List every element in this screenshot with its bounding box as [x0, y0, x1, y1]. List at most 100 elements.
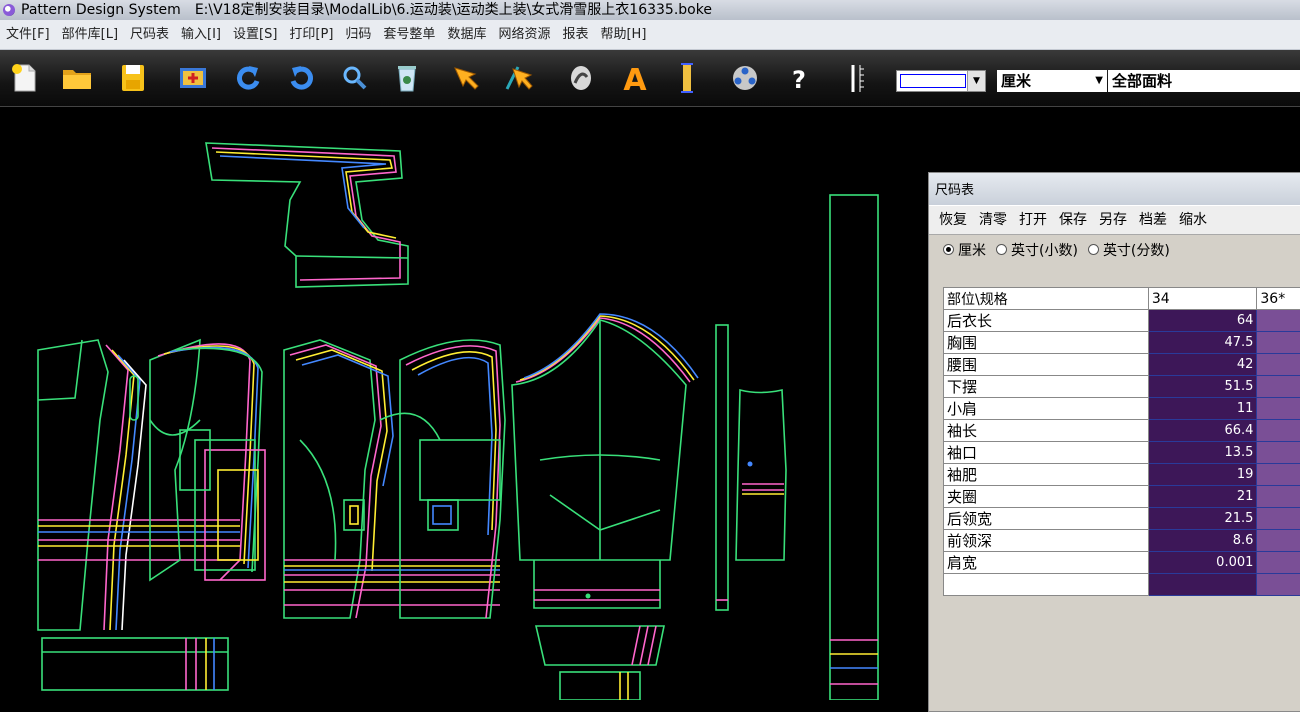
table-row: 后领宽21.5 [944, 508, 1300, 530]
radio-icon [1088, 244, 1099, 255]
size-34-cell[interactable]: 11 [1148, 398, 1257, 420]
part-name-cell[interactable]: 后领宽 [944, 508, 1149, 530]
unit-radio-inch-fraction[interactable]: 英寸(分数) [1088, 243, 1170, 259]
column-header-size-34[interactable]: 34 [1148, 288, 1257, 310]
menu-file[interactable]: 文件[F] [0, 20, 56, 50]
size-34-cell[interactable]: 47.5 [1148, 332, 1257, 354]
color-select[interactable]: ▼ [896, 70, 986, 92]
adjust-arrow-icon[interactable] [504, 61, 538, 95]
save-icon[interactable] [116, 61, 150, 95]
menu-parts-library[interactable]: 部件库[L] [56, 20, 124, 50]
size-34-cell[interactable]: 66.4 [1148, 420, 1257, 442]
empty-cell[interactable] [1148, 574, 1257, 596]
app-title: Pattern Design System [21, 2, 181, 18]
part-name-cell[interactable]: 肩宽 [944, 552, 1149, 574]
part-name-cell[interactable]: 袖口 [944, 442, 1149, 464]
ruler-vertical-icon[interactable] [670, 61, 704, 95]
radio-selected-icon [943, 244, 954, 255]
size-34-cell[interactable]: 19 [1148, 464, 1257, 486]
save-as-button[interactable]: 另存 [1099, 212, 1127, 228]
menu-bar: 文件[F]部件库[L]尺码表输入[I]设置[S]打印[P]归码套号整单数据库网络… [0, 20, 1300, 50]
unit-value: 厘米 [1001, 72, 1031, 90]
menu-size-chart[interactable]: 尺码表 [124, 20, 175, 50]
menu-database[interactable]: 数据库 [441, 20, 492, 50]
new-file-icon[interactable] [8, 61, 42, 95]
hem-strip-piece [830, 195, 878, 700]
grade-icon[interactable] [728, 61, 762, 95]
table-row: 前领深8.6 [944, 530, 1300, 552]
line-style-icon[interactable] [840, 61, 874, 95]
waistband-piece [42, 638, 228, 690]
table-header-row: 部位\规格 34 36* [944, 288, 1300, 310]
unit-dropdown[interactable]: 厘米▼ [997, 70, 1107, 92]
size-chart-dialog[interactable]: 尺码表 恢复清零打开保存另存档差缩水 厘米英寸(小数)英寸(分数) 部位\规格 … [928, 172, 1300, 712]
part-name-cell[interactable]: 袖长 [944, 420, 1149, 442]
menu-help[interactable]: 帮助[H] [594, 20, 652, 50]
menu-input[interactable]: 输入[I] [175, 20, 227, 50]
menu-order[interactable]: 套号整单 [377, 20, 441, 50]
size-34-cell[interactable]: 8.6 [1148, 530, 1257, 552]
size-34-cell[interactable]: 13.5 [1148, 442, 1257, 464]
open-folder-icon[interactable] [60, 61, 94, 95]
table-row: 肩宽0.001 [944, 552, 1300, 574]
file-path: E:\V18定制安装目录\ModalLib\6.运动装\运动类上装\女式滑雪服上… [195, 2, 712, 18]
shrink-button[interactable]: 缩水 [1179, 212, 1207, 228]
size-36-cell[interactable] [1257, 508, 1300, 530]
select-arrow-icon[interactable] [450, 61, 484, 95]
part-name-cell[interactable]: 夹圈 [944, 486, 1149, 508]
menu-grading[interactable]: 归码 [339, 20, 377, 50]
column-header-size-36[interactable]: 36* [1257, 288, 1300, 310]
size-36-cell[interactable] [1257, 530, 1300, 552]
save-button[interactable]: 保存 [1059, 212, 1087, 228]
size-34-cell[interactable]: 51.5 [1148, 376, 1257, 398]
zoom-icon[interactable] [338, 61, 372, 95]
size-36-cell[interactable] [1257, 354, 1300, 376]
size-36-cell[interactable] [1257, 442, 1300, 464]
size-36-cell[interactable] [1257, 464, 1300, 486]
size-36-cell[interactable] [1257, 332, 1300, 354]
import-icon[interactable] [176, 61, 210, 95]
size-34-cell[interactable]: 21.5 [1148, 508, 1257, 530]
part-name-cell[interactable]: 下摆 [944, 376, 1149, 398]
part-name-cell[interactable]: 前领深 [944, 530, 1149, 552]
redo-icon[interactable] [284, 61, 318, 95]
part-name-cell[interactable]: 腰围 [944, 354, 1149, 376]
unit-radio-group: 厘米英寸(小数) 英寸(分数) [929, 235, 1300, 267]
size-34-cell[interactable]: 21 [1148, 486, 1257, 508]
size-36-cell[interactable] [1257, 310, 1300, 332]
table-row: 小肩11 [944, 398, 1300, 420]
menu-print[interactable]: 打印[P] [283, 20, 339, 50]
size-34-cell[interactable]: 42 [1148, 354, 1257, 376]
table-row: 胸围47.5 [944, 332, 1300, 354]
menu-settings[interactable]: 设置[S] [227, 20, 283, 50]
clear-button[interactable]: 清零 [979, 212, 1007, 228]
grade-diff-button[interactable]: 档差 [1139, 212, 1167, 228]
part-name-cell[interactable]: 袖肥 [944, 464, 1149, 486]
part-name-cell[interactable]: 后衣长 [944, 310, 1149, 332]
help-icon[interactable]: ? [782, 61, 816, 95]
part-name-cell[interactable]: 胸围 [944, 332, 1149, 354]
size-36-cell[interactable] [1257, 486, 1300, 508]
menu-network[interactable]: 网络资源 [492, 20, 556, 50]
part-name-cell[interactable]: 小肩 [944, 398, 1149, 420]
delete-icon[interactable] [390, 61, 424, 95]
unit-radio-cm[interactable]: 厘米 [943, 243, 986, 259]
undo-icon[interactable] [232, 61, 266, 95]
unit-radio-inch-decimal[interactable]: 英寸(小数) [996, 243, 1078, 259]
open-button[interactable]: 打开 [1019, 212, 1047, 228]
empty-cell[interactable] [1257, 574, 1300, 596]
size-34-cell[interactable]: 0.001 [1148, 552, 1257, 574]
restore-button[interactable]: 恢复 [939, 212, 967, 228]
empty-cell[interactable] [944, 574, 1149, 596]
menu-report[interactable]: 报表 [556, 20, 594, 50]
size-36-cell[interactable] [1257, 398, 1300, 420]
text-icon[interactable]: A [618, 61, 652, 95]
mark-icon[interactable] [564, 61, 598, 95]
fabric-dropdown[interactable]: 全部面料 [1108, 70, 1300, 92]
front-side-piece [380, 340, 505, 618]
size-36-cell[interactable] [1257, 420, 1300, 442]
size-36-cell[interactable] [1257, 552, 1300, 574]
toolbar: A ? ▼ 厘米▼ 全部面料 [0, 50, 1300, 107]
size-36-cell[interactable] [1257, 376, 1300, 398]
size-34-cell[interactable]: 64 [1148, 310, 1257, 332]
